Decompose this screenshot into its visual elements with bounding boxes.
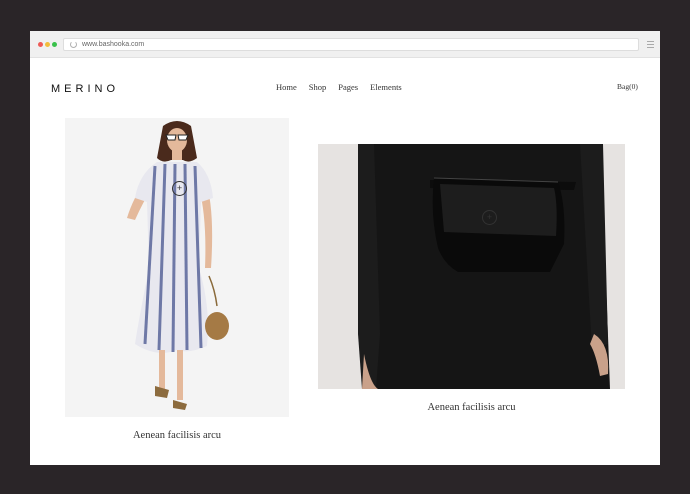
plus-circle-icon[interactable]: + <box>172 181 187 196</box>
plus-circle-icon[interactable]: + <box>482 210 497 225</box>
minimize-window-dot[interactable] <box>45 42 50 47</box>
nav-item-shop[interactable]: Shop <box>309 82 326 92</box>
hamburger-menu-icon[interactable] <box>647 41 655 48</box>
reload-icon[interactable] <box>70 41 77 48</box>
belt-bag-illustration <box>318 144 625 389</box>
site-logo[interactable]: MERINO <box>51 83 119 95</box>
main-nav: Home Shop Pages Elements <box>276 82 402 92</box>
nav-item-home[interactable]: Home <box>276 82 297 92</box>
product-title[interactable]: Aenean facilisis arcu <box>65 430 289 441</box>
bag-link[interactable]: Bag(0) <box>617 82 638 91</box>
product-image[interactable]: + <box>65 118 289 417</box>
page-content: MERINO Home Shop Pages Elements Bag(0) +… <box>30 58 660 465</box>
product-image[interactable]: + <box>318 144 625 389</box>
browser-toolbar: www.bashooka.com <box>30 31 660 58</box>
dress-model-illustration <box>65 118 289 417</box>
address-bar[interactable]: www.bashooka.com <box>63 38 639 51</box>
nav-item-pages[interactable]: Pages <box>338 82 358 92</box>
product-title[interactable]: Aenean facilisis arcu <box>318 402 625 413</box>
close-window-dot[interactable] <box>38 42 43 47</box>
url-text: www.bashooka.com <box>82 41 145 48</box>
browser-window: www.bashooka.com MERINO Home Shop Pages … <box>30 31 660 465</box>
maximize-window-dot[interactable] <box>52 42 57 47</box>
product-card[interactable]: + Aenean facilisis arcu <box>65 118 289 448</box>
product-card[interactable]: + Aenean facilisis arcu <box>318 144 625 424</box>
nav-item-elements[interactable]: Elements <box>370 82 402 92</box>
